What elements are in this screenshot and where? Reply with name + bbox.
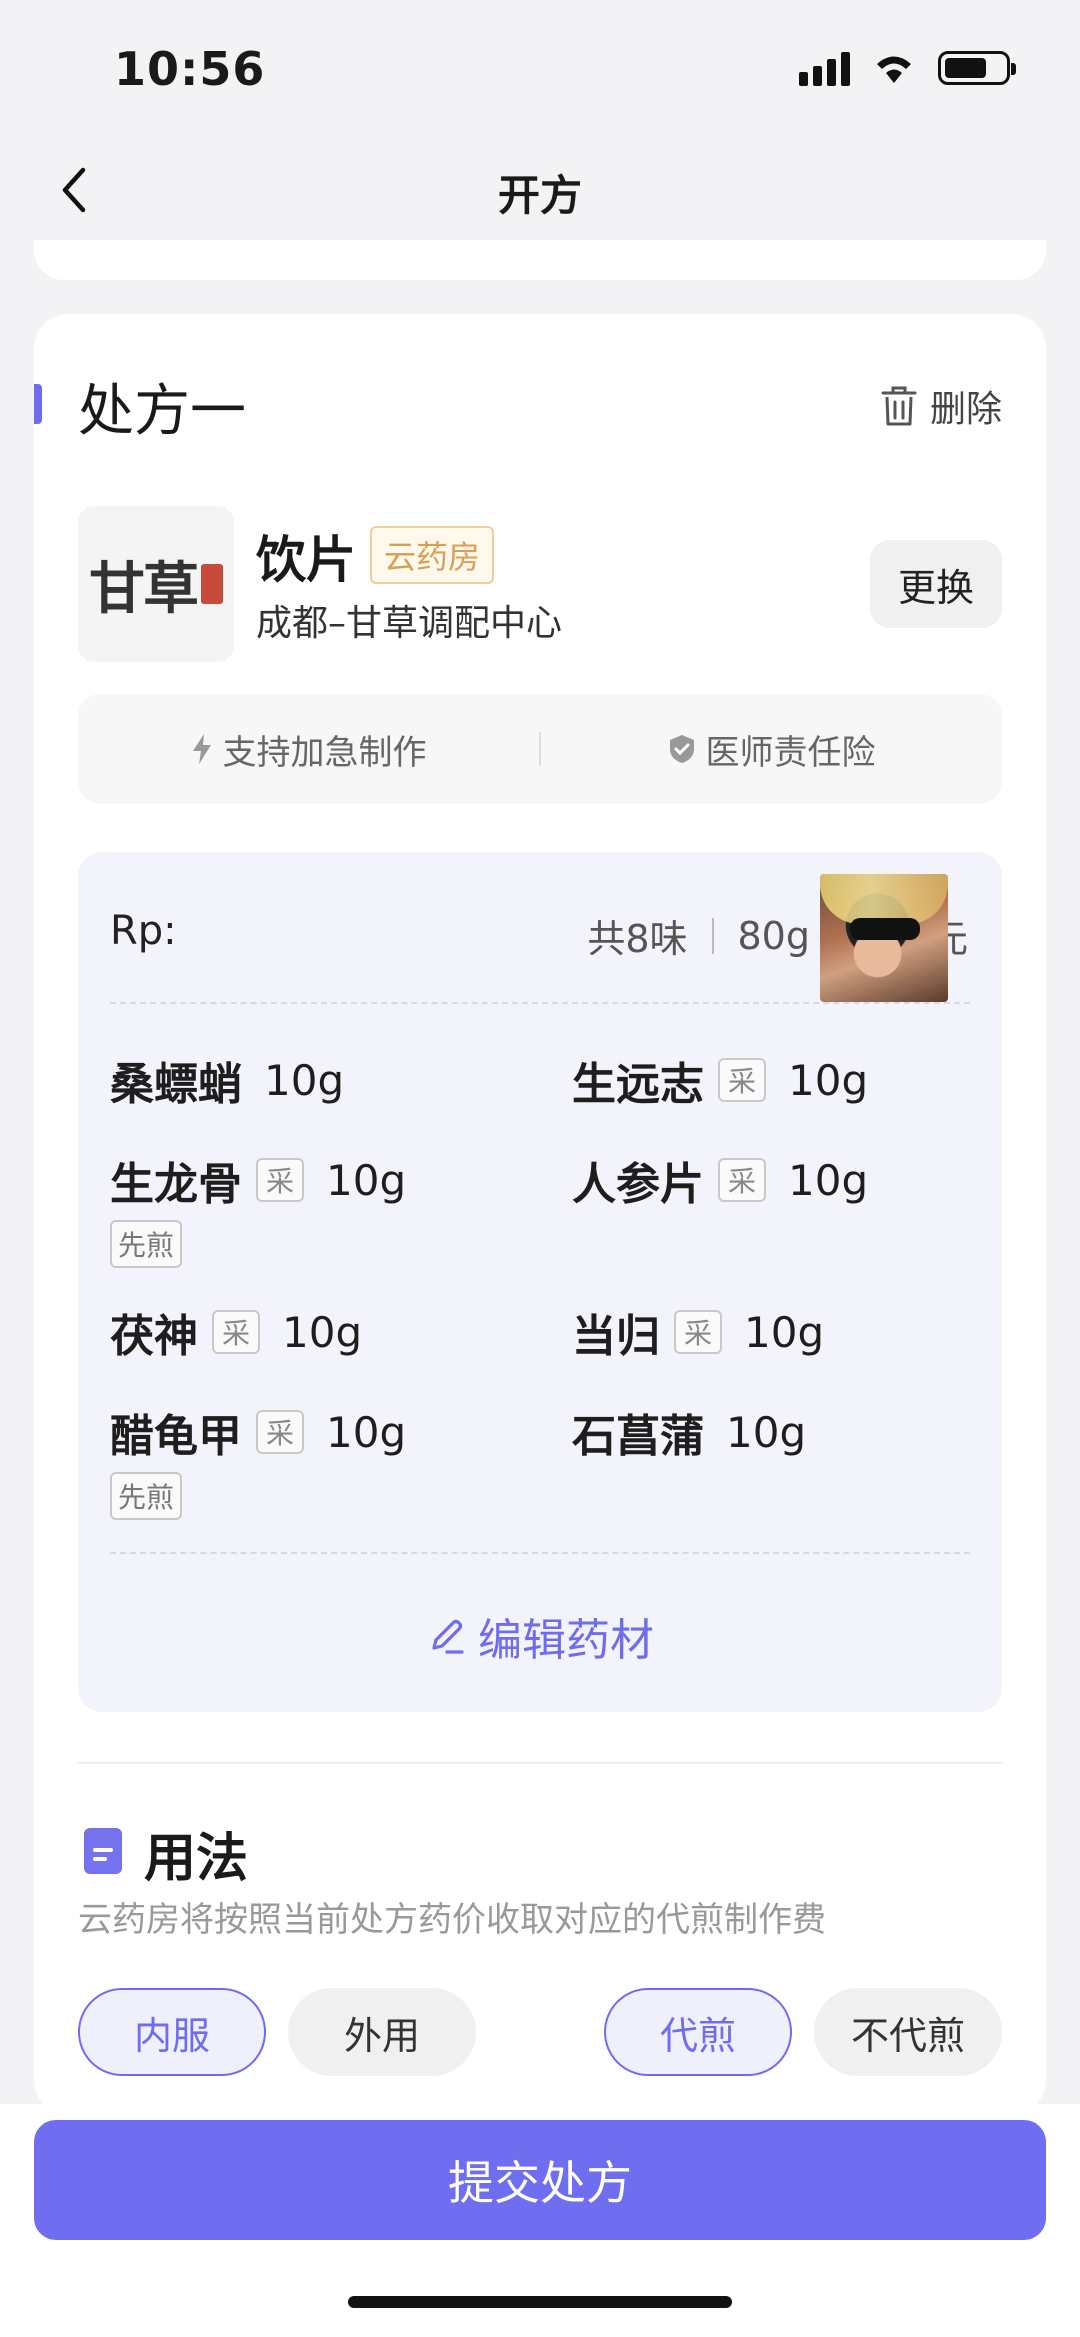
herb-amount: 10g xyxy=(326,1407,407,1457)
feature-urgent: 支持加急制作 xyxy=(78,725,539,774)
nav-bar: 开方 xyxy=(0,140,1080,240)
herb-amount: 10g xyxy=(264,1055,345,1105)
page-title: 开方 xyxy=(497,171,582,220)
herb-source-tag: 采 xyxy=(674,1310,722,1354)
feature-urgent-label: 支持加急制作 xyxy=(222,732,427,773)
herb-note: 先煎 xyxy=(110,1472,183,1520)
herb-amount: 10g xyxy=(282,1307,363,1357)
status-icons xyxy=(799,50,1016,86)
herb-name: 桑螵蛸 xyxy=(110,1059,242,1110)
home-indicator xyxy=(348,2296,732,2308)
lightning-icon xyxy=(192,734,211,764)
prescription-title: 处方一 xyxy=(78,379,246,444)
submit-prescription-button[interactable]: 提交处方 xyxy=(34,2120,1046,2240)
herb-name: 醋龟甲 xyxy=(110,1411,242,1462)
herb-item: 桑螵蛸 10g xyxy=(110,1048,344,1112)
dashed-divider xyxy=(110,1552,970,1554)
herb-amount: 10g xyxy=(326,1155,407,1205)
summary-divider xyxy=(711,917,714,954)
usage-description: 云药房将按照当前处方药价收取对应的代煎制作费 xyxy=(78,1900,826,1940)
pharmacy-logo-text: 甘草 xyxy=(89,555,199,622)
seal-icon xyxy=(201,564,223,604)
prescription-card: 处方一 删除 甘草 饮片 云药房 成都–甘草调配中心 更换 支持加急制作 医师责… xyxy=(34,314,1046,2114)
option-decoction[interactable]: 代煎 xyxy=(604,1988,792,2076)
previous-card-edge xyxy=(34,240,1046,280)
herb-count: 共8味 xyxy=(587,917,688,961)
delete-button[interactable]: 删除 xyxy=(880,380,1002,432)
herb-item: 石菖蒲 10g xyxy=(572,1400,806,1464)
section-divider xyxy=(78,1762,1002,1764)
feature-insurance: 医师责任险 xyxy=(541,725,1002,774)
feature-box: 支持加急制作 医师责任险 xyxy=(78,694,1002,804)
pencil-icon xyxy=(432,1619,464,1654)
herb-amount: 10g xyxy=(788,1055,869,1105)
herb-source-tag: 采 xyxy=(718,1058,766,1102)
battery-icon xyxy=(938,51,1016,85)
herb-source-tag: 采 xyxy=(256,1158,304,1202)
herb-name: 人参片 xyxy=(572,1159,704,1210)
herb-source-tag: 采 xyxy=(718,1158,766,1202)
overlay-photo xyxy=(820,874,948,1002)
total-weight: 80g xyxy=(737,913,810,958)
herb-item: 生远志 采 10g xyxy=(572,1048,868,1112)
usage-title: 用法 xyxy=(144,1829,249,1889)
herb-name: 生远志 xyxy=(572,1059,704,1110)
herb-source-tag: 采 xyxy=(212,1310,260,1354)
herb-name: 茯神 xyxy=(110,1311,198,1362)
herb-amount: 10g xyxy=(744,1307,825,1357)
status-time: 10:56 xyxy=(114,42,266,96)
rp-label: Rp: xyxy=(110,908,177,954)
cellular-signal-icon xyxy=(799,50,850,86)
herb-item: 人参片 采 10g xyxy=(572,1148,868,1212)
status-bar: 10:56 xyxy=(0,0,1080,130)
delete-label: 删除 xyxy=(929,389,1002,430)
rp-panel: Rp: 共8味 80g 元 桑螵蛸 10g 生远志 采 10g 生龙骨 采 10… xyxy=(78,852,1002,1712)
herb-amount: 10g xyxy=(788,1155,869,1205)
herb-name: 生龙骨 xyxy=(110,1159,242,1210)
shield-check-icon xyxy=(669,735,694,763)
option-no-decoction[interactable]: 不代煎 xyxy=(814,1988,1002,2076)
herb-source-tag: 采 xyxy=(256,1410,304,1454)
herb-name: 当归 xyxy=(572,1311,660,1362)
herb-name: 石菖蒲 xyxy=(572,1411,704,1462)
trash-icon xyxy=(881,386,917,426)
wifi-icon xyxy=(877,56,911,83)
herb-item: 生龙骨 采 10g xyxy=(110,1148,406,1212)
herb-item: 当归 采 10g xyxy=(572,1300,824,1364)
dashed-divider xyxy=(110,1002,970,1004)
pharmacy-type: 饮片 xyxy=(256,531,356,589)
feature-insurance-label: 医师责任险 xyxy=(705,732,876,773)
section-accent-bar xyxy=(34,384,42,424)
change-pharmacy-button[interactable]: 更换 xyxy=(870,540,1002,628)
option-oral[interactable]: 内服 xyxy=(78,1988,266,2076)
edit-herbs-label: 编辑药材 xyxy=(478,1615,654,1666)
herb-item: 茯神 采 10g xyxy=(110,1300,362,1364)
herb-item: 醋龟甲 采 10g xyxy=(110,1400,406,1464)
edit-herbs-button[interactable]: 编辑药材 xyxy=(78,1604,1002,1668)
option-external[interactable]: 外用 xyxy=(288,1988,476,2076)
pharmacy-logo: 甘草 xyxy=(78,506,234,662)
herb-amount: 10g xyxy=(726,1407,807,1457)
herb-note: 先煎 xyxy=(110,1220,183,1268)
pharmacy-center: 成都–甘草调配中心 xyxy=(256,603,563,644)
document-icon xyxy=(84,1828,122,1874)
cloud-pharmacy-badge: 云药房 xyxy=(370,526,495,584)
